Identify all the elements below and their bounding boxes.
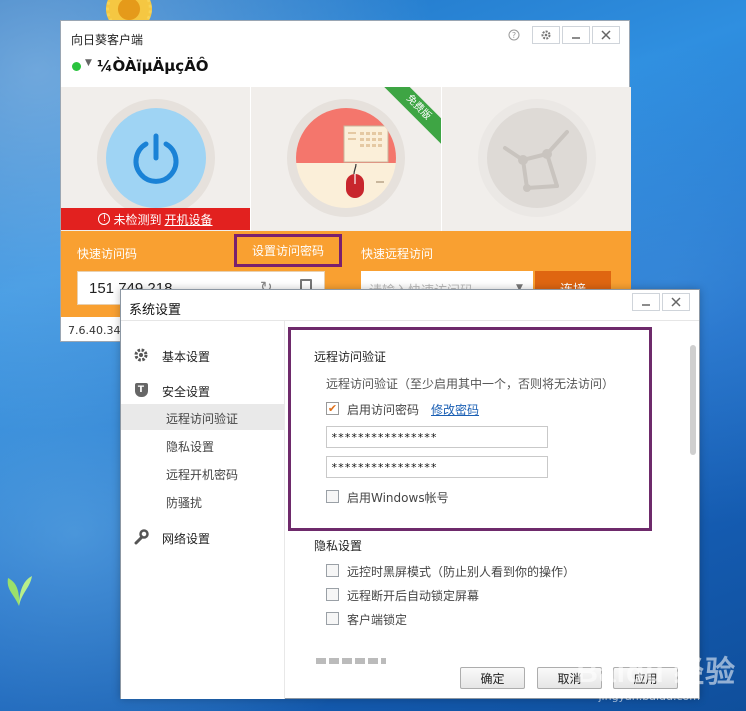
auto-lock-checkbox[interactable]: 远程断开后自动锁定屏幕 (326, 587, 646, 603)
settings-content: 远程访问验证 远程访问验证（至少启用其中一个，否则将无法访问） ✔ 启用访问密码… (286, 321, 699, 659)
machine-name[interactable]: ¼ÒÀïµÄµçÄÔ (97, 57, 209, 75)
sidebar-subitem-privacy[interactable]: 隐私设置 (121, 432, 285, 458)
modify-password-link[interactable]: 修改密码 (431, 401, 479, 418)
desktop-mouse-icon (343, 125, 389, 198)
sidebar-subitem-label: 远程开机密码 (166, 468, 239, 482)
close-button[interactable] (592, 26, 620, 44)
password-field[interactable]: **************** (326, 426, 548, 448)
shield-icon: T (133, 382, 149, 398)
boot-device-link[interactable]: 开机设备 (165, 211, 213, 228)
discovery-button[interactable] (478, 99, 596, 217)
privacy-title: 隐私设置 (314, 539, 363, 553)
warning-icon: ! (98, 213, 111, 225)
checkbox-unchecked-icon[interactable] (326, 588, 339, 601)
scrollbar-thumb[interactable] (690, 345, 696, 455)
watermark-url: jingyan.baidu.com (598, 690, 700, 703)
online-status-dot (72, 62, 81, 71)
client-lock-checkbox[interactable]: 客户端锁定 (326, 611, 646, 627)
enable-password-checkbox[interactable]: ✔ 启用访问密码 (326, 401, 526, 417)
sidebar-subitem-label: 隐私设置 (166, 440, 215, 454)
clipped-section-title (316, 658, 396, 664)
remote-auth-description: 远程访问验证（至少启用其中一个，否则将无法访问） (326, 377, 615, 391)
settings-sidebar: 基本设置 T 安全设置 远程访问验证 隐私设置 远程开机密码 防骚扰 网络设置 (121, 321, 285, 699)
dialog-minimize-button[interactable] (632, 293, 660, 311)
set-access-password-button[interactable]: 设置访问密码 (234, 234, 342, 267)
quick-access-label: 快速访问码 (77, 247, 138, 261)
help-icon[interactable]: ? (506, 26, 522, 44)
network-map-icon (503, 130, 569, 192)
sidebar-item-basic[interactable]: 基本设置 (121, 341, 285, 369)
boot-device-warning: ! 未检测到 开机设备 (61, 208, 250, 230)
sidebar-subitem-remote-auth[interactable]: 远程访问验证 (121, 404, 285, 430)
checkbox-label: 远控时黑屏模式（防止别人看到你的操作） (347, 565, 576, 579)
quick-remote-label: 快速远程访问 (361, 247, 434, 261)
checkbox-unchecked-icon[interactable] (326, 564, 339, 577)
window-title: 向日葵客户端 (71, 33, 144, 47)
minimize-icon (572, 37, 580, 39)
dialog-close-button[interactable] (662, 293, 690, 311)
sidebar-item-security[interactable]: T 安全设置 (121, 376, 285, 404)
wrench-icon (133, 529, 149, 545)
checkbox-label: 启用Windows帐号 (347, 491, 449, 505)
gear-icon (133, 347, 149, 363)
svg-text:?: ? (512, 31, 516, 40)
checkbox-unchecked-icon[interactable] (326, 612, 339, 625)
baidu-watermark-logo: Baidu 经验 (576, 656, 736, 689)
confirm-password-field[interactable]: **************** (326, 456, 548, 478)
sidebar-item-label: 安全设置 (162, 385, 211, 399)
warning-text: 未检测到 (113, 212, 162, 227)
checkbox-label: 远程断开后自动锁定屏幕 (347, 589, 480, 603)
remote-control-button[interactable] (287, 99, 405, 217)
gear-icon (541, 30, 551, 40)
checkbox-unchecked-icon[interactable] (326, 490, 339, 503)
checkbox-label: 客户端锁定 (347, 613, 408, 627)
sidebar-item-label: 网络设置 (162, 532, 211, 546)
checkbox-checked-icon[interactable]: ✔ (326, 402, 339, 415)
discovery-panel[interactable] (442, 87, 631, 231)
version-label: 7.6.40.34 (68, 324, 121, 337)
sidebar-subitem-label: 远程访问验证 (166, 412, 239, 426)
leaf-decoration-icon (7, 576, 32, 606)
sidebar-subitem-anti-harass[interactable]: 防骚扰 (121, 488, 285, 514)
remote-auth-title: 远程访问验证 (314, 350, 387, 364)
status-dropdown-icon[interactable]: ▼ (85, 58, 92, 68)
settings-gear-button[interactable] (532, 26, 560, 44)
close-icon (671, 297, 681, 307)
sidebar-subitem-boot-password[interactable]: 远程开机密码 (121, 460, 285, 486)
close-icon (601, 30, 611, 40)
ok-button[interactable]: 确定 (460, 667, 525, 689)
minimize-icon (642, 304, 650, 306)
sidebar-item-label: 基本设置 (162, 350, 211, 364)
checkbox-label: 启用访问密码 (347, 403, 420, 417)
power-button[interactable] (97, 99, 215, 217)
power-icon (133, 133, 179, 184)
system-settings-dialog: 系统设置 基本设置 T 安全设置 远程访问验证 隐私设置 远程开机密码 防骚扰 (120, 289, 700, 699)
minimize-button[interactable] (562, 26, 590, 44)
sidebar-subitem-label: 防骚扰 (166, 496, 203, 510)
remote-control-panel[interactable]: 免费版 (251, 87, 441, 231)
dialog-title: 系统设置 (129, 303, 182, 318)
windows-account-checkbox[interactable]: 启用Windows帐号 (326, 489, 526, 505)
sidebar-item-network[interactable]: 网络设置 (121, 523, 285, 551)
blackscreen-checkbox[interactable]: 远控时黑屏模式（防止别人看到你的操作） (326, 563, 646, 579)
